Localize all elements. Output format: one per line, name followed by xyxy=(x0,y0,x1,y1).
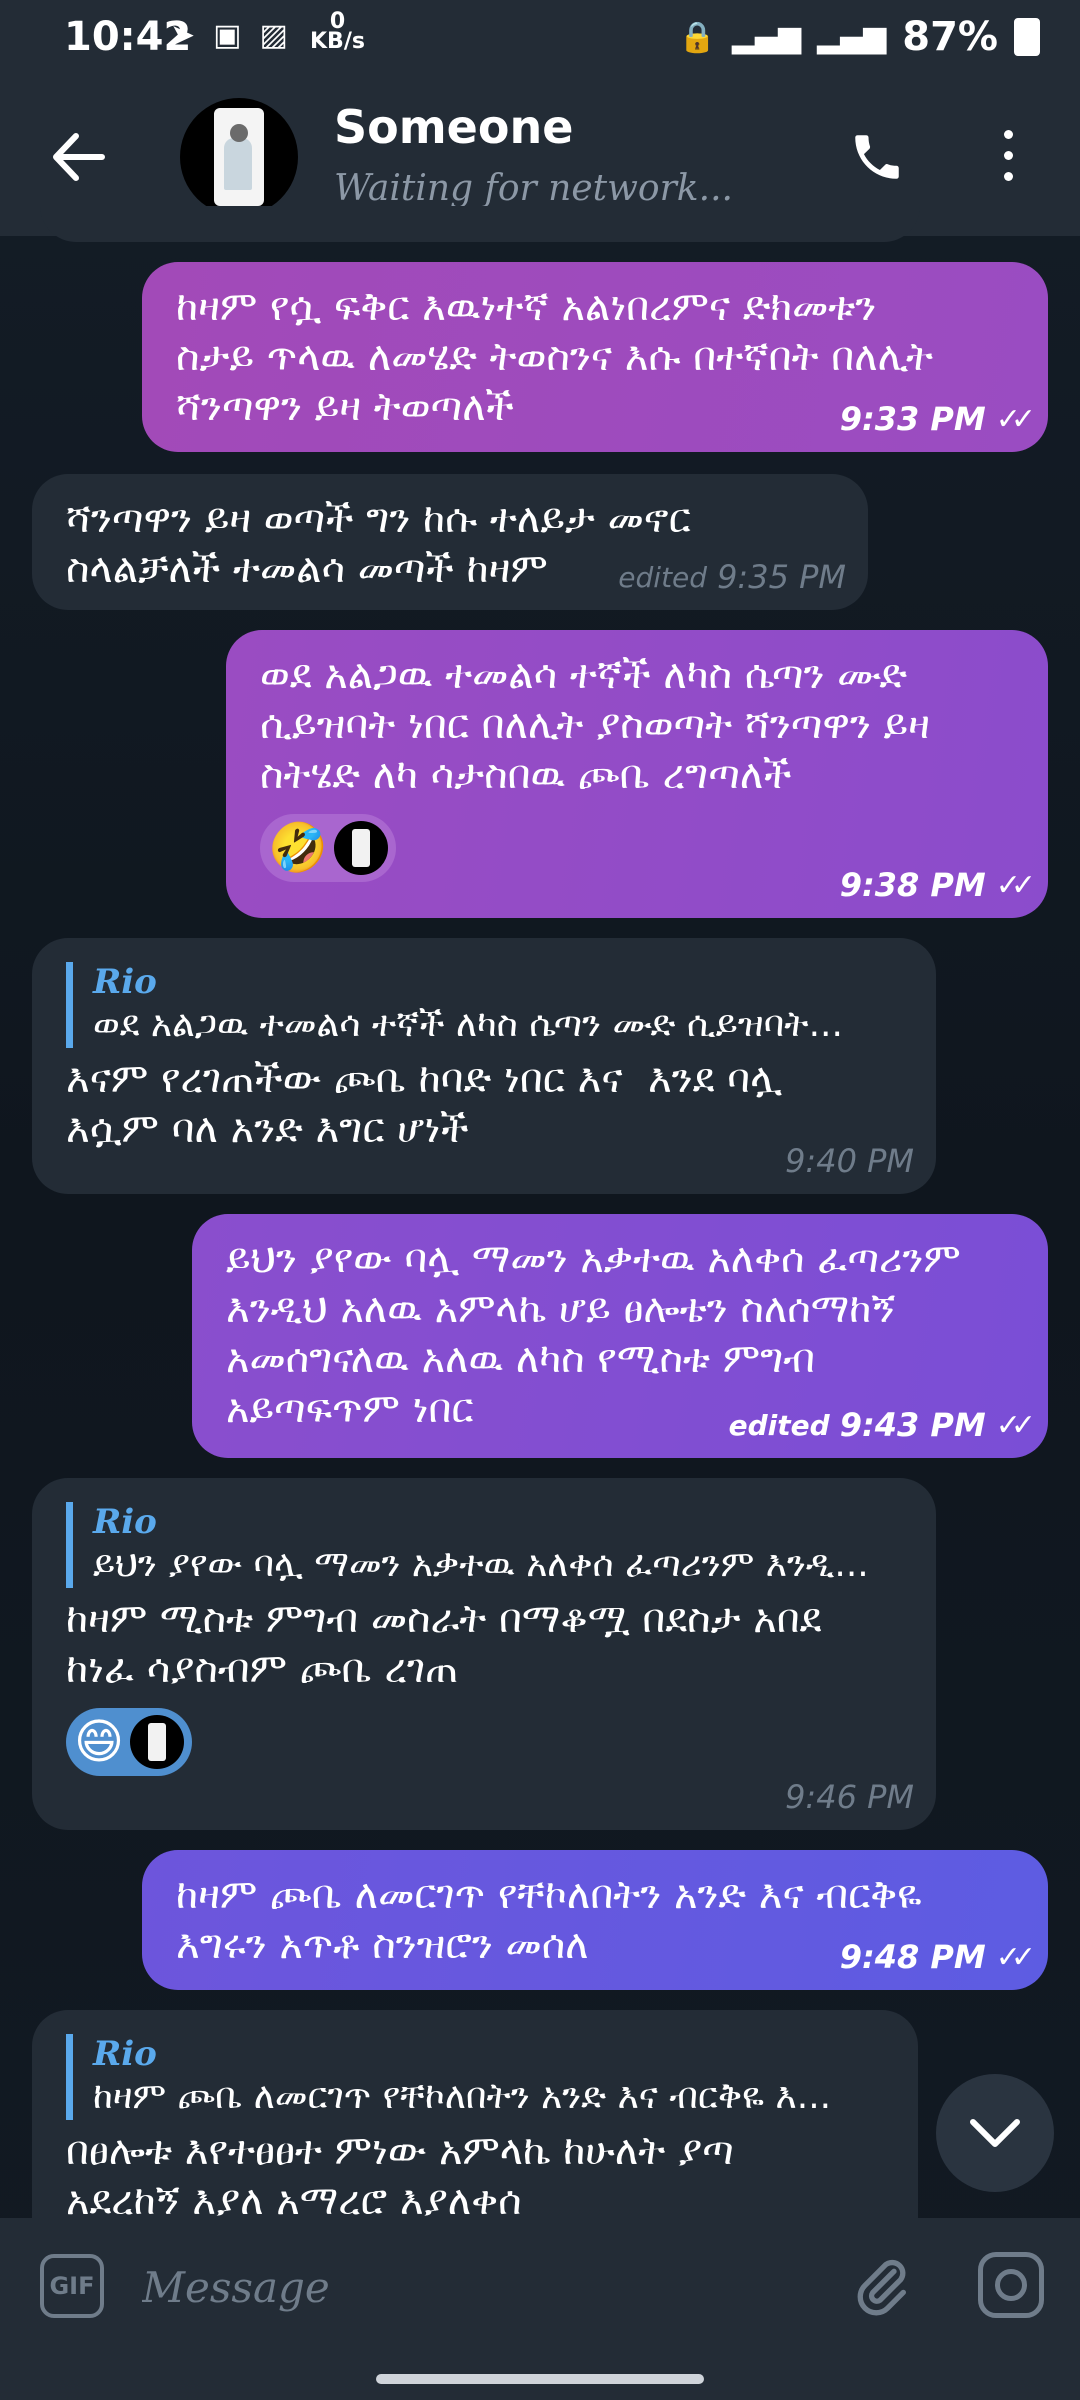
contact-avatar[interactable] xyxy=(180,98,298,216)
message-text: ከዛም ሚስቱ ምግብ መስራት በማቆሟ በደስታ አበደ ከነፈ ሳያስብም… xyxy=(66,1596,822,1692)
signal-icon-2: ▂▄▆ xyxy=(817,19,887,55)
message-meta: 9:46 PM xyxy=(785,1778,914,1816)
reply-quote[interactable]: Rio ይህን ያየው ባሏ ማመን አቃተዉ አለቀሰ ፈጣሪንም እንዲ..… xyxy=(66,1502,902,1588)
home-indicator[interactable] xyxy=(376,2374,704,2384)
reaction-emoji: 😄 xyxy=(74,1714,125,1770)
lock-icon: 🔒 xyxy=(678,19,716,55)
message-time: 9:46 PM xyxy=(785,1778,914,1816)
status-right: 🔒 ▂▄▆ ▂▄▆ 87% xyxy=(678,14,1040,60)
avatar-figure-head xyxy=(230,124,248,142)
double-check-icon: ✓✓ xyxy=(995,401,1036,437)
message-meta: edited 9:43 PM ✓✓ xyxy=(728,1406,1036,1444)
message-meta: 9:48 PM ✓✓ xyxy=(839,1938,1036,1976)
reaction-chip[interactable]: 😄 xyxy=(66,1708,193,1776)
message-text: እናም የረገጠችው ጮቤ ከባድ ነበር እና እንደ ባሏ እሷም ባለ አ… xyxy=(66,1056,782,1152)
status-bar: 10:42 ➤ ▣ ▨ 0 KB/s 🔒 ▂▄▆ ▂▄▆ 87% xyxy=(0,0,1080,78)
reply-sender: Rio xyxy=(93,962,157,1002)
gif-icon[interactable]: GIF xyxy=(40,2254,104,2318)
message-bubble-outgoing[interactable]: ከዛም ጮቤ ለመርገጥ የቸኮለበትን አንድ እና ብርቅዬ እግሩን አጥ… xyxy=(142,1850,1048,1990)
message-bubble-incoming[interactable]: Rio ይህን ያየው ባሏ ማመን አቃተዉ አለቀሰ ፈጣሪንም እንዲ..… xyxy=(32,1478,936,1830)
reaction-emoji: 🤣 xyxy=(268,820,328,876)
signal-icon: ▂▄▆ xyxy=(731,19,802,55)
reaction-avatar xyxy=(333,821,388,875)
more-options-icon[interactable] xyxy=(1000,130,1016,186)
camera-icon[interactable] xyxy=(978,2252,1044,2318)
message-time: 9:38 PM xyxy=(839,866,986,904)
message-composer: GIF xyxy=(0,2218,1080,2358)
message-meta: 9:33 PM ✓✓ xyxy=(839,400,1036,438)
reply-text: ይህን ያየው ባሏ ማመን አቃተዉ አለቀሰ ፈጣሪንም እንዲ... xyxy=(93,1544,869,1585)
message-bubble-outgoing[interactable]: ከዛም የሷ ፍቅር እዉነተኛ አልነበረምና ድክመቱን ስታይ ጥላዉ ለ… xyxy=(142,262,1048,452)
reaction-avatar xyxy=(130,1715,185,1769)
reply-text: ከዛም ጮቤ ለመርገጥ የቸኮለበትን አንድ እና ብርቅዬ እ... xyxy=(93,2076,832,2117)
reply-quote[interactable]: Rio ከዛም ጮቤ ለመርገጥ የቸኮለበትን አንድ እና ብርቅዬ እ..… xyxy=(66,2034,884,2120)
phone-call-icon[interactable] xyxy=(848,128,906,186)
message-meta: 9:38 PM ✓✓ xyxy=(839,866,1036,904)
telegram-notification-icon: ➤ xyxy=(170,18,196,53)
message-time: 9:40 PM xyxy=(785,1142,914,1180)
double-check-icon: ✓✓ xyxy=(995,1939,1036,1975)
message-bubble-incoming[interactable]: Rio ወደ አልጋዉ ተመልሳ ተኛች ለካስ ሴጣን ሙድ ሲይዝባት...… xyxy=(32,938,936,1194)
message-text: በፀሎቱ እየተፀፀተ ምነው አምላኬ ከሁለት ያጣ አደረከኝ እያለ አ… xyxy=(66,2128,734,2224)
double-check-icon: ✓✓ xyxy=(995,1407,1036,1443)
message-time: 9:43 PM xyxy=(839,1406,986,1444)
back-arrow-icon[interactable] xyxy=(50,132,106,182)
message-text: ይህን ያየው ባሏ ማመን አቃተዉ አለቀሰ ፈጣሪንም እንዲህ አለዉ … xyxy=(226,1236,961,1432)
battery-percent: 87% xyxy=(902,14,998,60)
message-time: 9:48 PM xyxy=(839,1938,986,1976)
reply-text: ወደ አልጋዉ ተመልሳ ተኛች ለካስ ሴጣን ሙድ ሲይዝባት... xyxy=(93,1004,843,1045)
attachment-paperclip-icon[interactable] xyxy=(850,2252,914,2320)
message-bubble-outgoing[interactable]: ይህን ያየው ባሏ ማመን አቃተዉ አለቀሰ ፈጣሪንም እንዲህ አለዉ … xyxy=(192,1214,1048,1458)
message-bubble-partial xyxy=(40,206,920,242)
message-meta: 9:40 PM xyxy=(785,1142,914,1180)
app-notification-icon: ▣ xyxy=(213,18,242,53)
message-meta: edited 9:35 PM xyxy=(618,558,846,596)
notification-icons: ➤ ▣ ▨ xyxy=(170,18,288,53)
navigation-bar xyxy=(0,2358,1080,2400)
reply-quote[interactable]: Rio ወደ አልጋዉ ተመልሳ ተኛች ለካስ ሴጣን ሙድ ሲይዝባት... xyxy=(66,962,902,1048)
reply-sender: Rio xyxy=(93,1502,157,1542)
chevron-down-icon xyxy=(970,2119,1020,2147)
network-speed: 0 KB/s xyxy=(310,11,365,54)
reaction-chip[interactable]: 🤣 xyxy=(260,814,396,882)
message-bubble-incoming[interactable]: ሻንጣዋን ይዛ ወጣች ግን ከሱ ተለይታ መኖር ስላልቻለች ተመልሳ … xyxy=(32,474,868,610)
message-input[interactable] xyxy=(140,2246,804,2328)
reply-sender: Rio xyxy=(93,2034,157,2074)
avatar-figure xyxy=(224,138,252,190)
contact-name[interactable]: Someone xyxy=(334,100,573,154)
battery-icon xyxy=(1014,18,1040,56)
message-time: 9:33 PM xyxy=(839,400,986,438)
network-speed-unit: KB/s xyxy=(310,29,365,54)
connection-status: Waiting for network... xyxy=(334,168,733,209)
double-check-icon: ✓✓ xyxy=(995,867,1036,903)
message-text: ወደ አልጋዉ ተመልሳ ተኛች ለካስ ሴጣን ሙድ ሲይዝባት ነበር በለ… xyxy=(260,652,930,798)
scroll-to-bottom-button[interactable] xyxy=(936,2074,1054,2192)
edited-label: edited xyxy=(728,1408,830,1442)
message-bubble-outgoing[interactable]: ወደ አልጋዉ ተመልሳ ተኛች ለካስ ሴጣን ሙድ ሲይዝባት ነበር በለ… xyxy=(226,630,1048,918)
gallery-notification-icon: ▨ xyxy=(259,18,288,53)
edited-label: edited xyxy=(618,560,708,594)
message-time: 9:35 PM xyxy=(717,558,846,596)
